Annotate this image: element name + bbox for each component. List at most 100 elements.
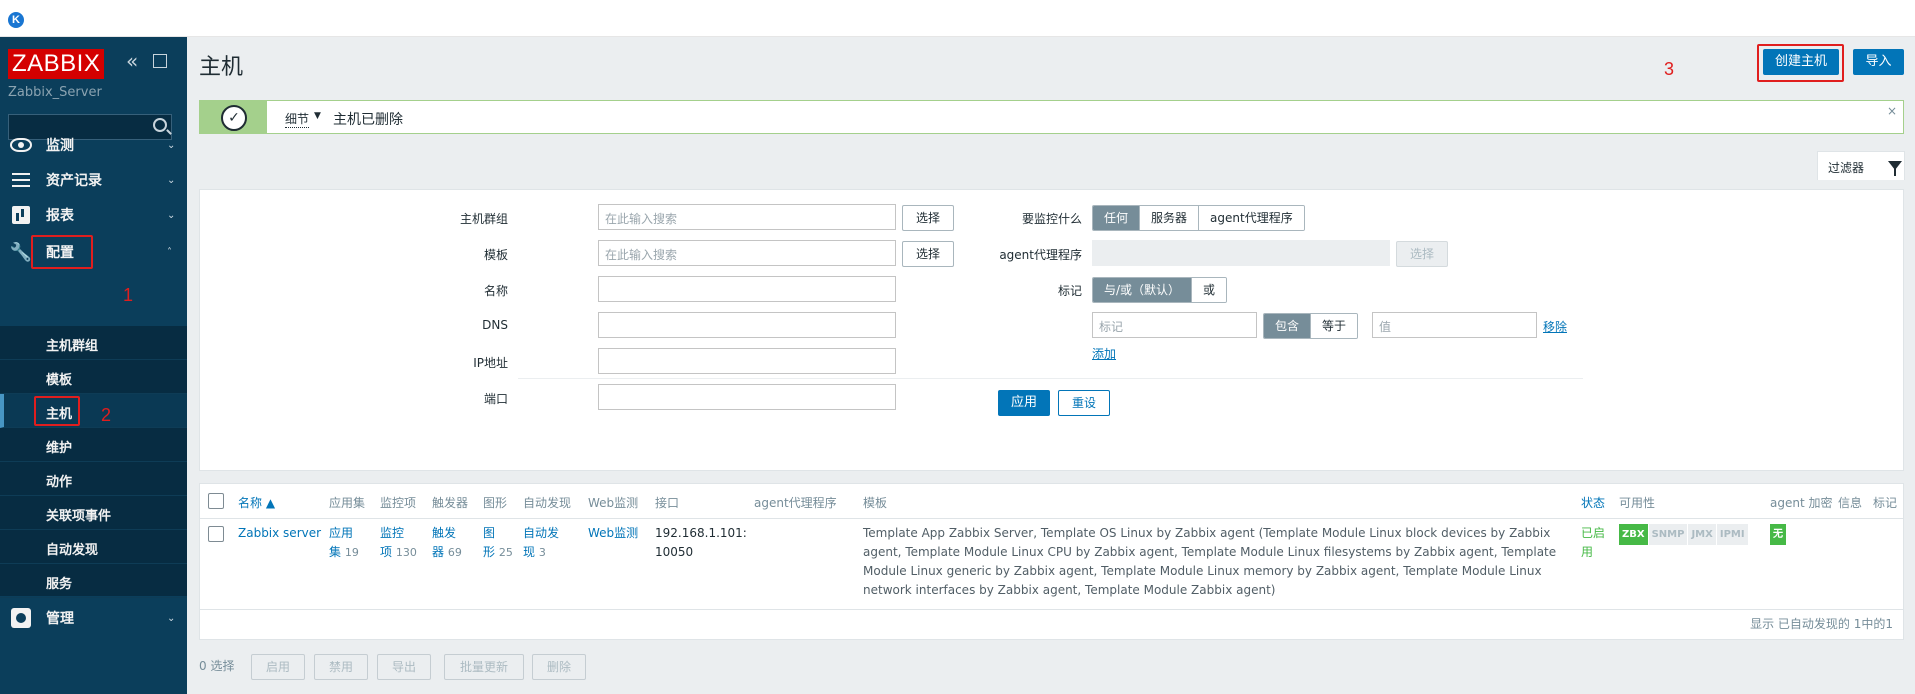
- page-title: 主机: [199, 55, 244, 80]
- web-link[interactable]: Web监测: [588, 524, 638, 543]
- template-link[interactable]: Template OS Linux by Zabbix agent: [1041, 526, 1255, 540]
- template-link[interactable]: Template App Zabbix Server: [863, 526, 1033, 540]
- chevron-down-icon: ⌄: [167, 209, 176, 221]
- templates-list: Template App Zabbix Server, Template OS …: [863, 526, 1557, 597]
- kiosk-mode-icon[interactable]: [153, 54, 167, 68]
- select-all-checkbox[interactable]: [208, 493, 224, 509]
- tag-value-input[interactable]: 值: [1372, 312, 1537, 338]
- menu-inventory[interactable]: 资产记录 ⌄: [0, 160, 187, 200]
- templates-input[interactable]: 在此输入搜索: [598, 240, 896, 266]
- tag-remove-link[interactable]: 移除: [1543, 318, 1567, 335]
- ip-input[interactable]: [598, 348, 896, 374]
- annotation-box-1: [31, 235, 93, 269]
- row-checkbox[interactable]: [208, 526, 224, 542]
- tag-operator-toggle[interactable]: 包含 等于: [1263, 313, 1359, 339]
- filter-panel: 主机群组 在此输入搜索 选择 模板 在此输入搜索 选择 名称 DNS IP地址 …: [199, 189, 1904, 471]
- host-groups-select-button[interactable]: 选择: [902, 205, 954, 231]
- template-link[interactable]: Template Module Linux filesystems by Zab…: [1182, 545, 1494, 559]
- templates-label: 模板: [483, 248, 508, 262]
- name-label: 名称: [483, 284, 508, 298]
- graphs-link[interactable]: 图形 25: [483, 524, 513, 562]
- submenu-discovery[interactable]: 自动发现: [0, 530, 187, 564]
- monitored-by-any[interactable]: 任何: [1093, 206, 1141, 230]
- port-label: 端口: [483, 392, 508, 406]
- close-icon[interactable]: ×: [1887, 104, 1897, 118]
- disable-button[interactable]: 禁用: [314, 654, 368, 680]
- tag-mode-and-or[interactable]: 与/或（默认）: [1093, 278, 1193, 302]
- monitored-by-label: 要监控什么: [1021, 212, 1082, 226]
- filter-icon: [1888, 161, 1902, 176]
- tag-mode-toggle[interactable]: 与/或（默认） 或: [1092, 277, 1228, 303]
- name-input[interactable]: [598, 276, 896, 302]
- menu-label: 报表: [46, 208, 74, 224]
- tag-add-link[interactable]: 添加: [1092, 345, 1116, 362]
- menu-monitoring[interactable]: 监测 ⌄: [0, 125, 187, 165]
- reset-button[interactable]: 重设: [1058, 390, 1110, 416]
- items-link[interactable]: 监控项 130: [380, 524, 417, 562]
- filter-divider: [518, 378, 1583, 379]
- message-text: 主机已删除: [333, 112, 403, 128]
- caret-down-icon[interactable]: ▼: [314, 111, 321, 121]
- col-templates: 模板: [863, 496, 888, 510]
- tag-op-contains[interactable]: 包含: [1264, 314, 1312, 338]
- app-favicon-icon: K: [8, 12, 24, 28]
- submenu-event-correlation[interactable]: 关联项事件: [0, 496, 187, 530]
- status-toggle[interactable]: 已启用: [1581, 524, 1605, 562]
- proxy-select-button: 选择: [1396, 241, 1448, 267]
- template-link[interactable]: Template Module Zabbix agent: [1085, 583, 1271, 597]
- submenu-services[interactable]: 服务: [0, 564, 187, 598]
- dns-label: DNS: [482, 318, 508, 332]
- submenu-templates[interactable]: 模板: [0, 360, 187, 394]
- discovery-link[interactable]: 自动发现 3: [523, 524, 559, 562]
- template-link[interactable]: Template Module Linux CPU by Zabbix agen…: [905, 545, 1174, 559]
- sidebar: ZABBIX « Zabbix_Server 监测 ⌄ 资产记录 ⌄ 报表 ⌄ …: [0, 37, 187, 694]
- table-summary: 显示 已自动发现的 1中的1: [1750, 617, 1893, 631]
- mass-update-button[interactable]: 批量更新: [444, 654, 524, 680]
- details-toggle[interactable]: 细节: [285, 110, 310, 128]
- interface-value: 192.168.1.101: 10050: [655, 526, 747, 559]
- col-proxy: agent代理程序: [754, 496, 837, 510]
- host-groups-input[interactable]: 在此输入搜索: [598, 204, 896, 230]
- tag-op-equals[interactable]: 等于: [1311, 314, 1358, 338]
- enable-button[interactable]: 启用: [251, 654, 305, 680]
- proxy-input: [1092, 240, 1390, 266]
- apply-button[interactable]: 应用: [998, 390, 1050, 416]
- apps-link[interactable]: 应用集 19: [329, 524, 359, 562]
- col-tags: 标记: [1873, 496, 1898, 510]
- submenu-host-groups[interactable]: 主机群组: [0, 326, 187, 360]
- templates-select-button[interactable]: 选择: [902, 241, 954, 267]
- collapse-sidebar-icon[interactable]: «: [126, 49, 138, 73]
- col-name[interactable]: 名称 ▲: [238, 494, 275, 511]
- submenu-maintenance[interactable]: 维护: [0, 428, 187, 462]
- submenu-hosts[interactable]: 主机: [0, 394, 187, 428]
- tag-mode-or[interactable]: 或: [1192, 278, 1227, 302]
- triggers-link[interactable]: 触发器 69: [432, 524, 462, 562]
- chevron-down-icon: ⌄: [167, 139, 176, 151]
- template-link[interactable]: Template Module Linux memory by Zabbix a…: [1101, 564, 1395, 578]
- eye-icon: [10, 135, 32, 155]
- export-button[interactable]: 导出: [377, 654, 431, 680]
- col-info: 信息: [1838, 496, 1863, 510]
- col-status[interactable]: 状态: [1581, 494, 1605, 511]
- menu-administration[interactable]: 管理 ⌄: [0, 598, 187, 638]
- filter-tab[interactable]: 过滤器: [1817, 151, 1905, 180]
- browser-top-bar: K: [0, 0, 1915, 37]
- configuration-submenu: 主机群组 模板 主机 维护 动作 关联项事件 自动发现 服务: [0, 326, 187, 598]
- zabbix-logo[interactable]: ZABBIX: [8, 49, 105, 79]
- import-button[interactable]: 导入: [1853, 49, 1904, 75]
- create-host-button[interactable]: 创建主机: [1763, 49, 1839, 75]
- host-name-link[interactable]: Zabbix server: [238, 524, 321, 543]
- monitored-by-proxy[interactable]: agent代理程序: [1199, 206, 1304, 230]
- proxy-label: agent代理程序: [999, 248, 1082, 262]
- menu-configuration[interactable]: 🔧 配置 ˄: [0, 232, 187, 272]
- menu-reports[interactable]: 报表 ⌄: [0, 195, 187, 235]
- monitored-by-toggle[interactable]: 任何 服务器 agent代理程序: [1092, 205, 1305, 231]
- dns-input[interactable]: [598, 312, 896, 338]
- tag-name-input[interactable]: 标记: [1092, 312, 1257, 338]
- submenu-actions[interactable]: 动作: [0, 462, 187, 496]
- col-interface: 接口: [655, 496, 680, 510]
- port-input[interactable]: [598, 384, 896, 410]
- menu-label: 监测: [46, 138, 74, 154]
- delete-button[interactable]: 删除: [532, 654, 586, 680]
- monitored-by-server[interactable]: 服务器: [1140, 206, 1200, 230]
